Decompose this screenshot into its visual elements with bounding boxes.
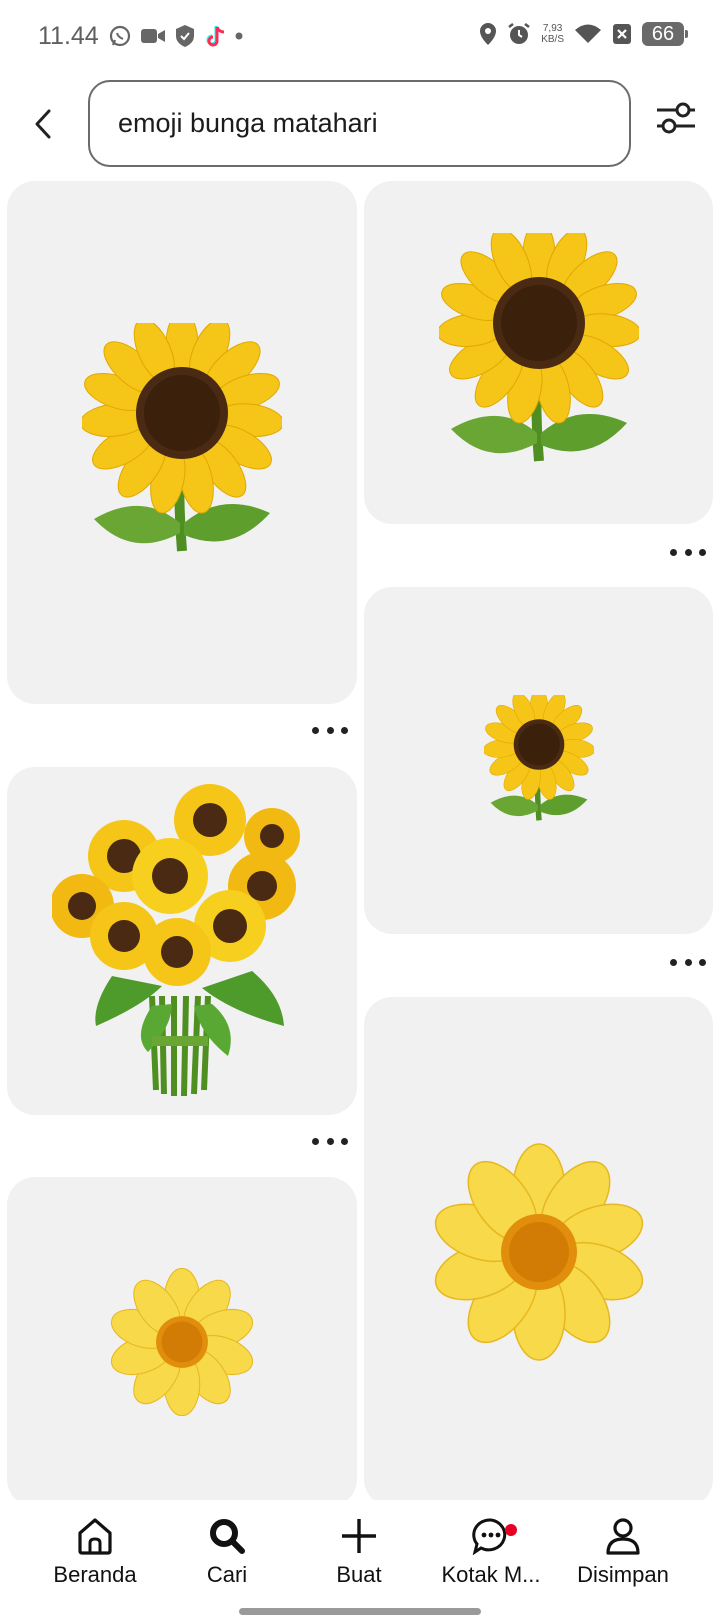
location-icon	[480, 23, 497, 45]
sliders-icon	[657, 102, 695, 134]
status-bar: 11.44 7,93 KB/S 66	[0, 0, 720, 76]
pin-sunflower-2[interactable]	[364, 181, 713, 524]
video-call-icon	[141, 29, 165, 43]
chevron-left-icon	[35, 109, 51, 139]
pin-sunflower-bouquet[interactable]	[7, 767, 357, 1115]
chat-icon	[472, 1518, 507, 1555]
battery-level: 66	[651, 22, 675, 45]
nav-item-search[interactable]: Cari	[157, 1514, 297, 1588]
pin-yellow-daisy-2[interactable]	[7, 1177, 357, 1507]
network-speed-value: 7,93	[542, 23, 563, 34]
status-right-icons: 7,93 KB/S 66	[479, 22, 688, 46]
status-time: 11.44	[38, 22, 99, 50]
nav-item-home[interactable]: Beranda	[25, 1514, 165, 1588]
sunflower-image	[82, 322, 282, 551]
plus-icon	[342, 1519, 376, 1553]
pin-yellow-daisy-1[interactable]	[364, 997, 713, 1507]
battery-icon: 66	[642, 22, 688, 46]
network-speed-unit: KB/S	[541, 34, 564, 45]
wifi-icon	[575, 24, 601, 43]
search-input[interactable]: emoji bunga matahari	[88, 80, 631, 167]
dot-icon	[235, 32, 243, 40]
yellow-daisy-image	[434, 1143, 643, 1361]
pin-more-button[interactable]	[670, 542, 706, 562]
tiktok-icon	[206, 26, 225, 47]
nav-item-create[interactable]: Buat	[289, 1514, 429, 1588]
shield-icon	[176, 25, 194, 47]
nav-label-create: Buat	[336, 1562, 382, 1587]
back-button[interactable]	[26, 104, 60, 144]
nav-item-inbox[interactable]: Kotak M...	[421, 1514, 561, 1588]
sunflower-image	[438, 232, 639, 461]
pin-sunflower-1[interactable]	[7, 181, 357, 704]
status-left-icons	[108, 24, 244, 48]
profile-icon	[606, 1518, 640, 1555]
pin-more-button[interactable]	[670, 952, 706, 972]
sunflower-image	[483, 694, 594, 821]
yellow-daisy-image	[110, 1267, 254, 1417]
no-sim-icon	[613, 24, 631, 44]
whatsapp-icon	[109, 25, 131, 47]
sunflower-bouquet-image	[52, 784, 300, 1097]
nav-label-saved: Disimpan	[577, 1562, 669, 1587]
pin-more-button[interactable]	[312, 720, 348, 740]
nav-label-inbox: Kotak M...	[441, 1562, 541, 1587]
nav-item-saved[interactable]: Disimpan	[553, 1514, 693, 1588]
home-icon	[78, 1518, 112, 1555]
nav-label-home: Beranda	[53, 1562, 137, 1587]
notification-dot	[505, 1524, 517, 1536]
search-icon	[210, 1519, 245, 1554]
filter-button[interactable]	[655, 98, 697, 138]
search-query-text: emoji bunga matahari	[118, 108, 378, 138]
pin-sunflower-3[interactable]	[364, 587, 713, 934]
home-indicator	[239, 1608, 481, 1615]
nav-label-search: Cari	[206, 1562, 248, 1587]
pin-more-button[interactable]	[312, 1131, 348, 1151]
bottom-nav: Beranda Cari Buat Kotak M... Disimpan	[0, 1500, 720, 1624]
alarm-icon	[508, 23, 530, 44]
network-speed: 7,93 KB/S	[541, 23, 564, 45]
